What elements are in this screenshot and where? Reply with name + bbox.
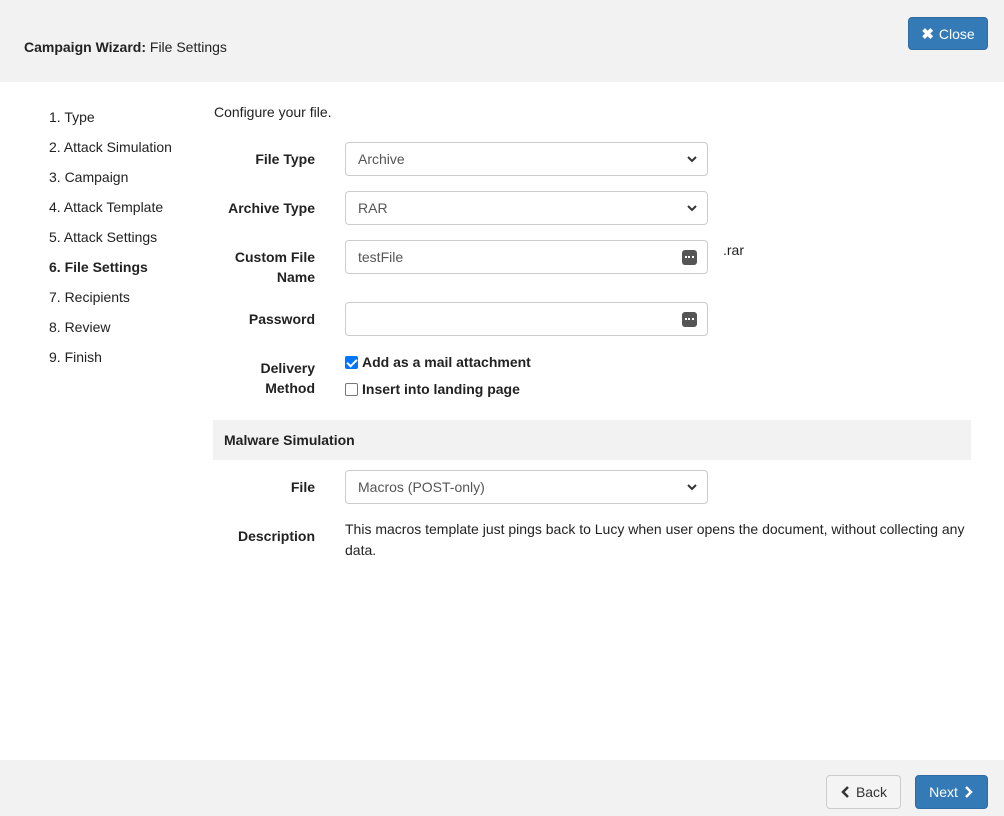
intro-text: Configure your file.	[214, 104, 332, 120]
step-review: 8. Review	[49, 319, 111, 335]
custom-file-name-value: testFile	[358, 249, 404, 265]
description-text: This macros template just pings back to …	[345, 521, 965, 558]
delivery-method-label-line2: Method	[265, 380, 315, 396]
custom-file-name-input[interactable]: testFile	[345, 240, 708, 274]
chevron-down-icon	[687, 205, 697, 212]
back-button[interactable]: Back	[826, 775, 901, 809]
description-label: Description	[237, 528, 315, 544]
step-finish: 9. Finish	[49, 349, 102, 365]
step-file-settings: 6. File Settings	[49, 259, 148, 275]
mail-attachment-option[interactable]: Add as a mail attachment	[345, 354, 531, 370]
archive-type-select[interactable]: RAR	[345, 191, 708, 225]
chevron-down-icon	[687, 156, 697, 163]
password-input[interactable]	[345, 302, 708, 336]
custom-file-name-label-line2: Name	[276, 269, 315, 285]
landing-page-option[interactable]: Insert into landing page	[345, 381, 520, 397]
delivery-method-label: Delivery Method	[205, 358, 315, 398]
archive-type-value: RAR	[358, 200, 388, 216]
title-section: File Settings	[146, 39, 227, 55]
file-type-value: Archive	[358, 151, 405, 167]
mail-attachment-checkbox[interactable]	[345, 355, 358, 369]
chevron-right-icon	[965, 786, 973, 798]
step-campaign: 3. Campaign	[49, 169, 129, 185]
file-type-select[interactable]: Archive	[345, 142, 708, 176]
custom-file-name-label-line1: Custom File	[234, 249, 315, 265]
malware-section-header: Malware Simulation	[213, 420, 971, 460]
landing-page-label: Insert into landing page	[362, 381, 520, 397]
malware-file-select[interactable]: Macros (POST-only)	[345, 470, 708, 504]
back-button-label: Back	[855, 784, 888, 800]
malware-file-value: Macros (POST-only)	[358, 479, 485, 495]
step-type: 1. Type	[49, 109, 95, 125]
chevron-down-icon	[687, 484, 697, 491]
step-attack-simulation: 2. Attack Simulation	[49, 139, 172, 155]
wizard-steps: 1. Type 2. Attack Simulation 3. Campaign…	[49, 108, 172, 378]
mail-attachment-label: Add as a mail attachment	[362, 354, 531, 370]
malware-file-label: File	[290, 479, 315, 495]
file-type-label: File Type	[255, 151, 315, 167]
keyboard-icon[interactable]	[682, 312, 697, 327]
wizard-header: Campaign Wizard: File Settings ✖ Close	[0, 0, 1004, 82]
chevron-left-icon	[841, 786, 849, 798]
step-recipients: 7. Recipients	[49, 289, 130, 305]
close-button[interactable]: ✖ Close	[908, 17, 988, 50]
page-title: Campaign Wizard: File Settings	[24, 39, 227, 55]
close-icon: ✖	[921, 25, 934, 43]
custom-file-name-label: Custom File Name	[205, 247, 315, 287]
landing-page-checkbox[interactable]	[345, 382, 358, 396]
file-extension-suffix: .rar	[723, 242, 744, 258]
next-button-label: Next	[929, 784, 958, 800]
keyboard-icon[interactable]	[682, 250, 697, 265]
archive-type-label: Archive Type	[228, 200, 315, 216]
step-attack-template: 4. Attack Template	[49, 199, 164, 215]
password-label: Password	[248, 311, 315, 327]
title-wizard: Campaign Wizard:	[24, 39, 146, 55]
next-button[interactable]: Next	[915, 775, 988, 809]
close-button-label: Close	[938, 25, 975, 42]
delivery-method-label-line1: Delivery	[260, 360, 315, 376]
step-attack-settings: 5. Attack Settings	[49, 229, 158, 245]
